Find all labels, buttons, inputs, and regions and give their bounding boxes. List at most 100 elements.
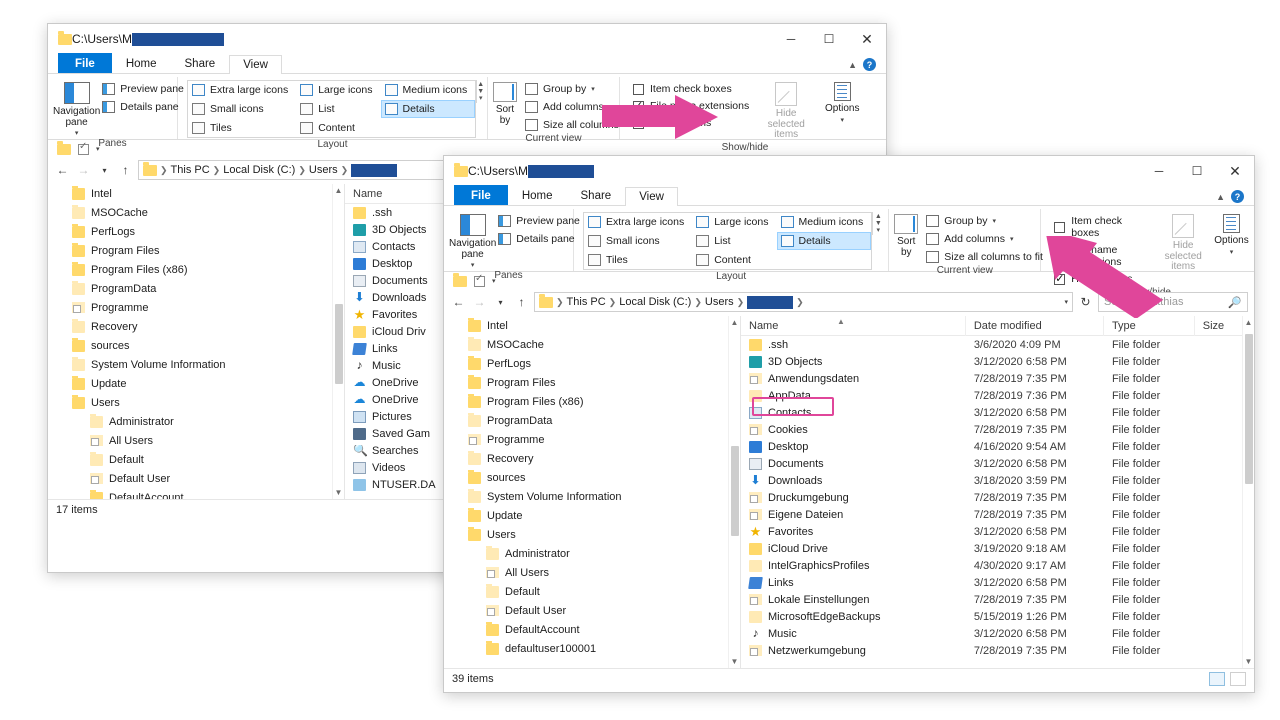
chevron-down-icon[interactable]: ▾: [75, 130, 79, 137]
nav-tree-item[interactable]: Programme: [48, 298, 344, 317]
table-row[interactable]: Netzwerkumgebung7/28/2019 7:35 PMFile fo…: [741, 642, 1254, 659]
nav-tree-item[interactable]: Update: [444, 506, 740, 525]
gallery-scroll-down-icon[interactable]: ▼: [477, 88, 484, 95]
refresh-button[interactable]: ↻: [1077, 294, 1094, 311]
table-row[interactable]: iCloud Drive3/19/2020 9:18 AMFile folder: [741, 540, 1254, 557]
tab-view[interactable]: View: [625, 187, 678, 206]
layout-tiles[interactable]: Tiles: [188, 119, 296, 137]
back-tree-scrollbar[interactable]: ▲ ▼: [332, 184, 344, 499]
item-check-boxes-checkbox[interactable]: [633, 84, 644, 95]
table-row[interactable]: Desktop4/16/2020 9:54 AMFile folder: [741, 438, 1254, 455]
nav-tree-item[interactable]: DefaultAccount: [48, 488, 344, 499]
up-button[interactable]: ↑: [513, 294, 530, 311]
nav-tree-item[interactable]: DefaultAccount: [444, 620, 740, 639]
hide-selected-items-button[interactable]: Hide selected items: [761, 80, 811, 141]
front-tree-scrollbar[interactable]: ▲ ▼: [728, 316, 740, 668]
chevron-down-icon[interactable]: ▾: [471, 262, 475, 269]
nav-tree-item[interactable]: sources: [48, 336, 344, 355]
tab-home[interactable]: Home: [508, 186, 567, 205]
front-list-scrollbar[interactable]: ▲ ▼: [1242, 316, 1254, 668]
layout-gallery[interactable]: Extra large icons Large icons Medium ico…: [187, 80, 476, 138]
table-row[interactable]: Druckumgebung7/28/2019 7:35 PMFile folde…: [741, 489, 1254, 506]
nav-tree-item[interactable]: System Volume Information: [48, 355, 344, 374]
front-file-list[interactable]: Name ▲ Date modified Type Size .ssh3/6/2…: [741, 316, 1254, 668]
help-icon[interactable]: ?: [1231, 190, 1244, 203]
table-row[interactable]: AppData7/28/2019 7:36 PMFile folder: [741, 387, 1254, 404]
nav-tree-item[interactable]: Program Files (x86): [48, 260, 344, 279]
breadcrumb-redacted-user[interactable]: [351, 164, 397, 177]
recent-locations-button[interactable]: ▾: [96, 162, 113, 179]
nav-tree-item[interactable]: Default User: [48, 469, 344, 488]
quick-select-icon[interactable]: [78, 144, 89, 155]
table-row[interactable]: IntelGraphicsProfiles4/30/2020 9:17 AMFi…: [741, 557, 1254, 574]
nav-tree-item[interactable]: Intel: [444, 316, 740, 335]
nav-tree-item[interactable]: Users: [48, 393, 344, 412]
table-row[interactable]: Documents3/12/2020 6:58 PMFile folder: [741, 455, 1254, 472]
nav-tree-item[interactable]: ProgramData: [48, 279, 344, 298]
hidden-items-row[interactable]: Hidden items: [631, 116, 751, 130]
scroll-down-icon[interactable]: ▼: [335, 488, 343, 497]
layout-medium-icons[interactable]: Medium icons: [381, 81, 476, 99]
layout-content[interactable]: Content: [692, 251, 776, 269]
nav-tree-item[interactable]: Administrator: [444, 544, 740, 563]
gallery-scroll-down-icon[interactable]: ▼: [875, 220, 882, 227]
nav-tree-item[interactable]: Default User: [444, 601, 740, 620]
table-row[interactable]: ★Favorites3/12/2020 6:58 PMFile folder: [741, 523, 1254, 540]
chevron-down-icon[interactable]: ▾: [1230, 249, 1234, 256]
layout-large-icons[interactable]: Large icons: [296, 81, 380, 99]
layout-extra-large-icons[interactable]: Extra large icons: [188, 81, 296, 99]
minimize-button[interactable]: ─: [772, 24, 810, 54]
breadcrumb-this-pc[interactable]: This PC: [567, 296, 606, 308]
scroll-thumb[interactable]: [335, 304, 343, 384]
hidden-items-checkbox[interactable]: [633, 118, 644, 129]
quick-select-icon[interactable]: [474, 276, 485, 287]
tab-home[interactable]: Home: [112, 54, 171, 73]
nav-tree-item[interactable]: MSOCache: [444, 335, 740, 354]
quick-folder-icon[interactable]: [453, 276, 467, 287]
column-header-date-modified[interactable]: Date modified: [966, 316, 1104, 336]
add-columns-button[interactable]: Add columns▾: [924, 232, 1047, 246]
sort-by-button[interactable]: Sort by: [493, 80, 517, 126]
breadcrumb-users[interactable]: Users: [705, 296, 734, 308]
options-button[interactable]: Options ▾: [1214, 212, 1249, 256]
recent-locations-button[interactable]: ▾: [492, 294, 509, 311]
layout-content[interactable]: Content: [296, 119, 380, 137]
forward-button[interactable]: →: [471, 294, 488, 311]
table-row[interactable]: MicrosoftEdgeBackups5/15/2019 1:26 PMFil…: [741, 608, 1254, 625]
address-dropdown-icon[interactable]: ▾: [1064, 298, 1068, 306]
breadcrumb-redacted-user[interactable]: [747, 296, 793, 309]
sort-by-button[interactable]: Sort by: [894, 212, 918, 258]
search-icon[interactable]: 🔍: [1228, 296, 1242, 309]
breadcrumb-users[interactable]: Users: [309, 164, 338, 176]
table-row[interactable]: ⬇Downloads3/18/2020 3:59 PMFile folder: [741, 472, 1254, 489]
size-all-columns-button[interactable]: Size all columns: [523, 118, 623, 132]
explorer-window-front[interactable]: C:\Users\M ─ ☐ ✕ File Home Share View ▲ …: [443, 155, 1255, 693]
close-button[interactable]: ✕: [848, 24, 886, 54]
maximize-button[interactable]: ☐: [810, 24, 848, 54]
quick-access-more-icon[interactable]: ▾: [96, 145, 100, 153]
details-pane-button[interactable]: Details pane: [100, 100, 188, 114]
forward-button[interactable]: →: [75, 162, 92, 179]
help-icon[interactable]: ?: [863, 58, 876, 71]
minimize-button[interactable]: ─: [1140, 156, 1178, 186]
hidden-items-row[interactable]: Hidden items: [1052, 272, 1152, 286]
table-row[interactable]: Links3/12/2020 6:58 PMFile folder: [741, 574, 1254, 591]
layout-gallery[interactable]: Extra large icons Large icons Medium ico…: [583, 212, 872, 270]
column-header-type[interactable]: Type: [1104, 316, 1195, 336]
nav-tree-item[interactable]: MSOCache: [48, 203, 344, 222]
nav-tree-item[interactable]: All Users: [444, 563, 740, 582]
back-navigation-tree[interactable]: IntelMSOCachePerfLogsProgram FilesProgra…: [48, 184, 345, 499]
item-check-boxes-checkbox[interactable]: [1054, 222, 1065, 233]
scroll-down-icon[interactable]: ▼: [1245, 657, 1253, 666]
layout-list[interactable]: List: [296, 100, 380, 118]
scroll-up-icon[interactable]: ▲: [731, 318, 739, 327]
hidden-items-checkbox[interactable]: [1054, 274, 1065, 285]
layout-medium-icons[interactable]: Medium icons: [777, 213, 872, 231]
chevron-down-icon[interactable]: ▾: [840, 117, 844, 124]
nav-tree-item[interactable]: Program Files: [444, 373, 740, 392]
front-ribbon[interactable]: Navigation pane ▾ Preview pane Details p…: [444, 206, 1254, 272]
layout-tiles[interactable]: Tiles: [584, 251, 692, 269]
scroll-down-icon[interactable]: ▼: [731, 657, 739, 666]
tab-view[interactable]: View: [229, 55, 282, 74]
gallery-more-icon[interactable]: ▾: [479, 95, 483, 102]
